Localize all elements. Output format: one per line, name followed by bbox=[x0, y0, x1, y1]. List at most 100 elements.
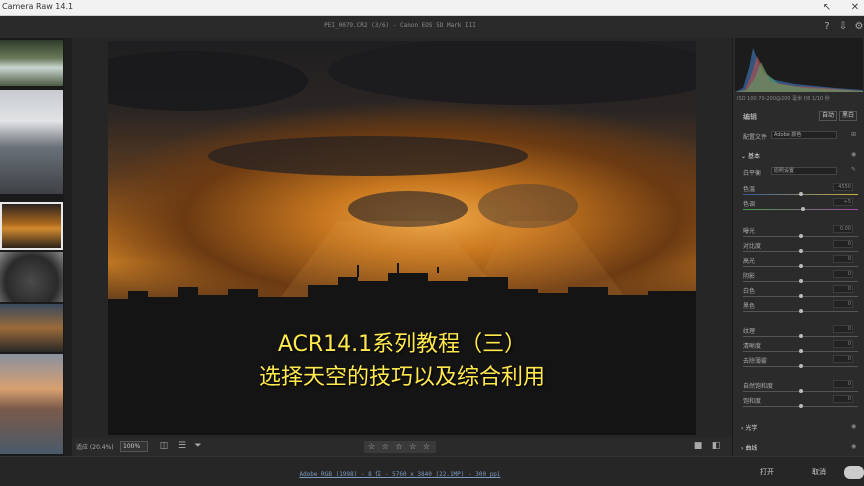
thumbnail-sunset-skyline[interactable] bbox=[0, 202, 63, 250]
texture-slider[interactable] bbox=[743, 334, 858, 338]
thumbnail-buildings[interactable] bbox=[0, 90, 63, 194]
thumbnail-waterfall[interactable] bbox=[0, 40, 63, 86]
settings-gear-icon[interactable]: ⚙ bbox=[852, 20, 864, 34]
image-canvas: ACR14.1系列教程（三） 选择天空的技巧以及综合利用 bbox=[72, 38, 732, 438]
window-titlebar: Camera Raw 14.1 ↖ ✕ bbox=[0, 0, 864, 16]
caption-line1: ACR14.1系列教程（三） bbox=[277, 332, 527, 357]
contrast-slider-knob[interactable] bbox=[799, 249, 803, 253]
fit-zoom-label[interactable]: 适应 (20.4%) bbox=[76, 442, 114, 451]
slider-value-dehaze[interactable]: 0 bbox=[833, 355, 853, 363]
slider-value-clarity[interactable]: 0 bbox=[833, 340, 853, 348]
shadows-slider[interactable] bbox=[743, 279, 858, 283]
dehaze-slider-knob[interactable] bbox=[799, 364, 803, 368]
saturation-slider[interactable] bbox=[743, 404, 858, 408]
window-title: Camera Raw 14.1 bbox=[2, 2, 74, 11]
saturation-slider-knob[interactable] bbox=[799, 404, 803, 408]
slider-label-highlights: 高光 bbox=[743, 258, 756, 265]
basic-visibility-eye-icon[interactable]: ◉ bbox=[851, 151, 856, 158]
blacks-slider-knob[interactable] bbox=[799, 309, 803, 313]
wb-label: 白平衡 bbox=[743, 170, 762, 177]
slider-value-texture[interactable]: 0 bbox=[833, 325, 853, 333]
section-curve[interactable]: › 曲线 bbox=[741, 443, 757, 452]
temp-slider[interactable] bbox=[743, 192, 858, 196]
thumbnail-coastal-sunset[interactable] bbox=[0, 354, 63, 454]
slider-value-vibrance[interactable]: 0 bbox=[833, 380, 853, 388]
vibrance-slider[interactable] bbox=[743, 389, 858, 393]
slider-value-blacks[interactable]: 0 bbox=[833, 300, 853, 308]
wb-select[interactable]: 原照设置 bbox=[771, 167, 837, 175]
section-optics[interactable]: › 光学 bbox=[741, 423, 757, 432]
compare-view-icon[interactable]: ◧ bbox=[710, 440, 722, 453]
photo-metadata: ISO 100 70-200@200 毫米 f/8 1/10 秒 bbox=[737, 96, 830, 102]
thumbnail-tree[interactable] bbox=[0, 252, 63, 302]
tint-slider[interactable] bbox=[743, 207, 858, 211]
vibrance-slider-knob[interactable] bbox=[799, 389, 803, 393]
file-name-info: PEI_0079.CR2 (3/6) - Canon EOS 5D Mark I… bbox=[324, 22, 476, 29]
slider-value-contrast[interactable]: 0 bbox=[833, 240, 853, 248]
highlights-slider-knob[interactable] bbox=[799, 264, 803, 268]
slider-label-vibrance: 自然饱和度 bbox=[743, 383, 774, 390]
before-after-icon[interactable]: ■ bbox=[692, 440, 704, 453]
whites-slider-knob[interactable] bbox=[799, 294, 803, 298]
bw-button[interactable]: 黑白 bbox=[839, 111, 858, 121]
exposure-slider[interactable] bbox=[743, 234, 858, 238]
filmstrip bbox=[0, 38, 64, 456]
dehaze-slider[interactable] bbox=[743, 364, 858, 368]
slider-label-saturation: 饱和度 bbox=[743, 398, 762, 405]
slider-value-tint[interactable]: +5 bbox=[833, 198, 853, 206]
profile-label: 配置文件 bbox=[743, 134, 768, 141]
slider-value-temp[interactable]: 4550 bbox=[833, 183, 853, 191]
photo-preview[interactable]: ACR14.1系列教程（三） 选择天空的技巧以及综合利用 bbox=[108, 41, 696, 435]
slider-value-saturation[interactable]: 0 bbox=[833, 395, 853, 403]
section-curve-label: 曲线 bbox=[745, 445, 758, 452]
edit-heading: 编辑 bbox=[743, 113, 757, 121]
save-icon[interactable]: ⇩ bbox=[836, 20, 850, 34]
slider-value-whites[interactable]: 0 bbox=[833, 285, 853, 293]
texture-slider-knob[interactable] bbox=[799, 334, 803, 338]
slider-label-contrast: 对比度 bbox=[743, 243, 762, 250]
slider-label-dehaze: 去除薄雾 bbox=[743, 358, 768, 365]
slider-label-exposure: 曝光 bbox=[743, 228, 756, 235]
thumbnail-dusk-clouds[interactable] bbox=[0, 304, 63, 352]
slider-value-exposure[interactable]: 0.00 bbox=[833, 225, 853, 233]
open-button[interactable]: 打开 bbox=[752, 466, 782, 479]
contrast-slider[interactable] bbox=[743, 249, 858, 253]
slider-label-tint: 色调 bbox=[743, 201, 756, 208]
whites-slider[interactable] bbox=[743, 294, 858, 298]
eyedropper-icon[interactable]: ✎ bbox=[851, 166, 856, 173]
help-icon[interactable]: ? bbox=[820, 20, 834, 34]
profile-browser-icon[interactable]: ⊞ bbox=[851, 131, 856, 138]
auto-button[interactable]: 自动 bbox=[819, 111, 838, 121]
curve-visibility-eye-icon[interactable]: ◉ bbox=[851, 443, 856, 450]
slider-value-shadows[interactable]: 0 bbox=[833, 270, 853, 278]
cancel-button[interactable]: 取消 bbox=[804, 466, 834, 479]
section-basic[interactable]: ⌄ 基本 bbox=[741, 151, 760, 160]
profile-select[interactable]: Adobe 颜色 bbox=[771, 131, 837, 139]
blacks-slider[interactable] bbox=[743, 309, 858, 313]
histogram bbox=[735, 38, 863, 92]
slider-label-blacks: 黑色 bbox=[743, 303, 756, 310]
tint-slider-knob[interactable] bbox=[801, 207, 805, 211]
filter-icon[interactable]: ⏷ bbox=[192, 440, 204, 453]
sort-icon[interactable]: ☰ bbox=[176, 440, 188, 453]
clarity-slider[interactable] bbox=[743, 349, 858, 353]
star-rating[interactable]: ☆ ☆ ☆ ☆ ☆ bbox=[364, 441, 436, 453]
highlights-slider[interactable] bbox=[743, 264, 858, 268]
temp-slider-knob[interactable] bbox=[799, 192, 803, 196]
clarity-slider-knob[interactable] bbox=[799, 349, 803, 353]
optics-visibility-eye-icon[interactable]: ◉ bbox=[851, 423, 856, 430]
slider-label-whites: 白色 bbox=[743, 288, 756, 295]
done-button[interactable] bbox=[844, 466, 864, 479]
top-toolbar: PEI_0079.CR2 (3/6) - Canon EOS 5D Mark I… bbox=[0, 16, 864, 38]
shadows-slider-knob[interactable] bbox=[799, 279, 803, 283]
slider-value-highlights[interactable]: 0 bbox=[833, 255, 853, 263]
section-basic-label: 基本 bbox=[747, 153, 760, 160]
cursor-icon: ↖ bbox=[822, 2, 832, 13]
exposure-slider-knob[interactable] bbox=[799, 234, 803, 238]
filmstrip-toggle-icon[interactable]: ◫ bbox=[158, 440, 170, 453]
zoom-select[interactable]: 100% bbox=[120, 441, 148, 452]
workflow-options-link[interactable]: Adobe RGB (1998) - 8 位 - 5760 x 3840 (22… bbox=[0, 469, 800, 478]
status-bar: Adobe RGB (1998) - 8 位 - 5760 x 3840 (22… bbox=[0, 456, 864, 486]
slider-label-texture: 纹理 bbox=[743, 328, 756, 335]
close-window-button[interactable]: ✕ bbox=[848, 1, 862, 15]
